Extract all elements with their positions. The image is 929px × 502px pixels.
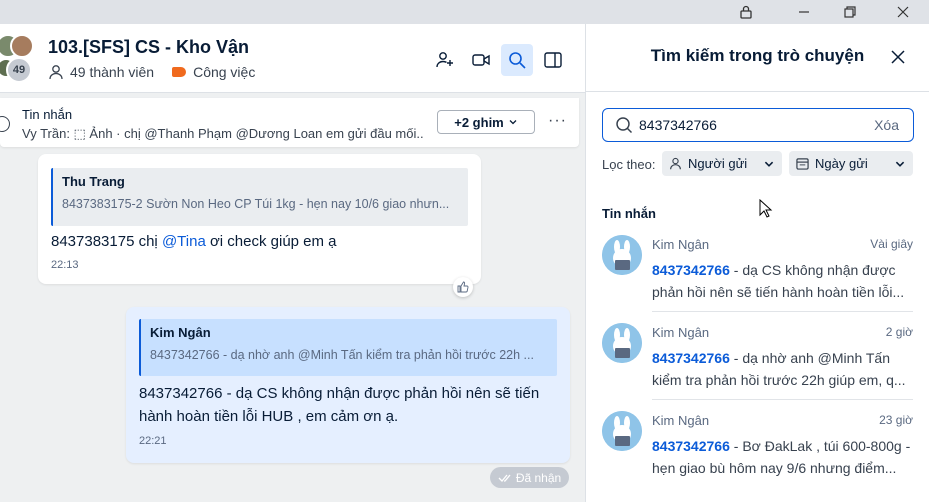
message-text: 8437383175 chị @Tina ơi check giúp em ạ	[51, 233, 337, 250]
message-bubble[interactable]: Thu Trang 8437383175-2 Sườn Non Heo CP T…	[38, 154, 481, 284]
delivery-status-text: Đã nhận	[515, 470, 562, 485]
group-meta: 49 thành viên Công việc	[48, 64, 255, 80]
window-title-bar	[0, 0, 929, 24]
clear-search-button[interactable]: Xóa	[874, 117, 899, 133]
result-divider	[652, 399, 913, 400]
result-sender-name: Kim Ngân	[652, 237, 710, 252]
minimize-icon[interactable]	[793, 2, 815, 22]
filter-date-dropdown[interactable]: Ngày gửi	[789, 151, 913, 176]
result-time: Vài giây	[870, 237, 913, 251]
message-text: 8437342766 - dạ CS không nhận được phản …	[139, 385, 540, 425]
search-panel: Tìm kiếm trong trò chuyện Xóa Lọc theo: …	[586, 24, 929, 502]
quoted-sender: Kim Ngân	[150, 325, 211, 340]
search-result-item[interactable]: Kim Ngân 23 giờ 8437342766 - Bơ ĐakLak ,…	[586, 401, 929, 489]
filter-date-label: Ngày gửi	[815, 156, 868, 171]
result-sender-name: Kim Ngân	[652, 325, 710, 340]
pinned-icon	[0, 116, 10, 132]
quoted-message[interactable]: Kim Ngân 8437342766 - dạ nhờ anh @Minh T…	[139, 319, 557, 376]
filter-label: Lọc theo:	[602, 157, 656, 172]
user-icon	[669, 157, 682, 170]
more-options-icon[interactable]: ···	[548, 112, 567, 130]
group-name[interactable]: 103.[SFS] CS - Kho Vận	[48, 37, 249, 58]
result-highlight: 8437342766	[652, 438, 730, 454]
user-icon	[48, 64, 64, 80]
toggle-panel-icon[interactable]	[537, 44, 569, 76]
like-reaction-icon[interactable]	[453, 277, 473, 297]
search-panel-title: Tìm kiếm trong trò chuyện	[650, 46, 865, 65]
search-icon	[615, 116, 633, 139]
quoted-message[interactable]: Thu Trang 8437383175-2 Sườn Non Heo CP T…	[51, 168, 468, 226]
search-result-item[interactable]: Kim Ngân 2 giờ 8437342766 - dạ nhờ anh @…	[586, 313, 929, 401]
delivery-status-badge: Đã nhận	[490, 467, 569, 488]
sender-avatar	[602, 235, 642, 275]
result-snippet: 8437342766 - dạ CS không nhận được phản …	[652, 262, 905, 300]
results-section-title: Tin nhắn	[602, 206, 656, 221]
search-box[interactable]: Xóa	[602, 108, 914, 142]
lock-icon[interactable]	[735, 2, 757, 22]
add-member-icon[interactable]	[429, 44, 461, 76]
quoted-text: 8437383175-2 Sườn Non Heo CP Túi 1kg - h…	[62, 197, 450, 211]
result-snippet: 8437342766 - dạ nhờ anh @Minh Tấn kiểm t…	[652, 350, 906, 388]
search-icon[interactable]	[501, 44, 533, 76]
quoted-text: 8437342766 - dạ nhờ anh @Minh Tấn kiểm t…	[150, 348, 534, 362]
more-pins-label: +2 ghim	[454, 114, 504, 130]
result-divider	[652, 311, 913, 312]
search-panel-header: Tìm kiếm trong trò chuyện	[586, 24, 929, 92]
message-bubble-sent[interactable]: Kim Ngân 8437342766 - dạ nhờ anh @Minh T…	[126, 307, 570, 463]
result-highlight: 8437342766	[652, 262, 730, 278]
result-time: 2 giờ	[885, 325, 913, 339]
video-call-icon[interactable]	[465, 44, 497, 76]
members-count-link[interactable]: 49 thành viên	[70, 64, 154, 80]
chevron-down-icon	[894, 158, 906, 170]
result-time: 23 giờ	[879, 413, 913, 427]
mention-link[interactable]: @Tina	[162, 233, 206, 250]
sender-avatar	[602, 323, 642, 363]
quoted-sender: Thu Trang	[62, 174, 125, 189]
search-input[interactable]	[639, 116, 859, 134]
close-icon[interactable]	[887, 46, 909, 68]
chevron-down-icon	[508, 117, 518, 127]
calendar-icon	[796, 157, 809, 170]
filter-sender-dropdown[interactable]: Người gửi	[662, 151, 782, 176]
message-time: 22:13	[51, 259, 79, 271]
member-count-badge: 49	[6, 57, 32, 83]
pinned-preview: Vy Trần: ⬚ Ảnh · chị @Thanh Phạm @Dương …	[22, 126, 424, 141]
chat-tag-label[interactable]: Công việc	[193, 64, 255, 80]
mouse-cursor-icon	[759, 198, 773, 224]
message-time: 22:21	[139, 435, 167, 447]
sender-avatar	[602, 411, 642, 451]
chat-header: 49 103.[SFS] CS - Kho Vận 49 thành viên …	[0, 24, 585, 93]
tag-icon	[172, 67, 187, 77]
restore-icon[interactable]	[839, 2, 861, 22]
chevron-down-icon	[763, 158, 775, 170]
pinned-title: Tin nhắn	[22, 107, 73, 122]
search-result-item[interactable]: Kim Ngân Vài giây 8437342766 - dạ CS khô…	[586, 225, 929, 313]
group-avatar[interactable]: 49	[0, 34, 40, 83]
member-avatar	[10, 34, 34, 58]
filter-sender-label: Người gửi	[688, 156, 748, 171]
more-pins-button[interactable]: +2 ghim	[437, 110, 535, 134]
double-check-icon	[498, 473, 512, 483]
result-highlight: 8437342766	[652, 350, 730, 366]
close-window-icon[interactable]	[892, 2, 914, 22]
pinned-message-bar[interactable]: Tin nhắn Vy Trần: ⬚ Ảnh · chị @Thanh Phạ…	[0, 98, 579, 147]
chat-pane: 49 103.[SFS] CS - Kho Vận 49 thành viên …	[0, 24, 585, 502]
result-sender-name: Kim Ngân	[652, 413, 710, 428]
result-snippet: 8437342766 - Bơ ĐakLak , túi 600-800g - …	[652, 438, 911, 476]
